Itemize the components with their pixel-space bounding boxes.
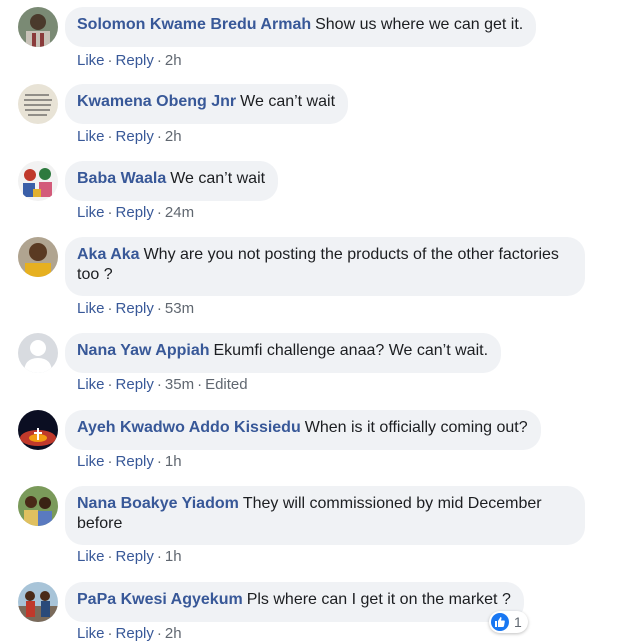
comment-actions: Like · Reply · 1h (77, 453, 182, 471)
like-button[interactable]: Like (77, 204, 105, 221)
like-button[interactable]: Like (77, 453, 105, 470)
separator: · (156, 453, 162, 470)
comment-text: We can’t wait (170, 170, 266, 187)
like-icon (491, 613, 509, 631)
separator: · (107, 548, 113, 565)
avatar[interactable] (18, 410, 58, 450)
comment-time[interactable]: 2h (165, 625, 182, 642)
reaction-count: 1 (514, 614, 522, 630)
comment-author[interactable]: Nana Boakye Yiadom (77, 495, 239, 512)
avatar[interactable] (18, 333, 58, 373)
separator: · (107, 453, 113, 470)
comment-bubble: Ayeh Kwadwo Addo Kissiedu When is it offi… (65, 410, 541, 450)
avatar[interactable] (18, 7, 58, 47)
separator: · (107, 128, 113, 145)
separator: · (156, 625, 162, 642)
separator: · (156, 376, 162, 393)
comment-bubble: Solomon Kwame Bredu Armah Show us where w… (65, 7, 537, 47)
comment-bubble: Kwamena Obeng Jnr We can’t wait (65, 84, 349, 124)
comment-actions: Like · Reply · 2h (77, 52, 182, 70)
reply-button[interactable]: Reply (116, 625, 154, 642)
comment-bubble: PaPa Kwesi Agyekum Pls where can I get it… (65, 582, 524, 622)
reply-button[interactable]: Reply (116, 453, 154, 470)
separator: · (107, 204, 113, 221)
reaction-badge[interactable]: 1 (489, 611, 528, 633)
comment-time[interactable]: 53m (165, 300, 194, 317)
comment-bubble: Aka Aka Why are you not posting the produ… (65, 237, 585, 296)
avatar[interactable] (18, 84, 58, 124)
separator: · (156, 52, 162, 69)
comment-author[interactable]: Baba Waala (77, 170, 166, 187)
separator: · (107, 300, 113, 317)
like-button[interactable]: Like (77, 376, 105, 393)
comment-author[interactable]: Solomon Kwame Bredu Armah (77, 16, 311, 33)
like-button[interactable]: Like (77, 300, 105, 317)
comment-time[interactable]: 24m (165, 204, 194, 221)
comment-actions: Like · Reply · 35m · Edited (77, 376, 248, 394)
comment-text: Show us where we can get it. (315, 16, 524, 33)
comment-text: Ekumfi challenge anaa? We can’t wait. (213, 342, 489, 359)
separator: · (156, 548, 162, 565)
comment-time[interactable]: 1h (165, 548, 182, 565)
comment-actions: Like · Reply · 53m (77, 300, 194, 318)
reply-button[interactable]: Reply (116, 376, 154, 393)
separator: · (156, 204, 162, 221)
comment-author[interactable]: PaPa Kwesi Agyekum (77, 591, 243, 608)
separator: · (107, 625, 113, 642)
comment-text: We can’t wait (240, 93, 336, 110)
comment-author[interactable]: Aka Aka (77, 246, 140, 263)
comment-author[interactable]: Ayeh Kwadwo Addo Kissiedu (77, 419, 301, 436)
comment-time[interactable]: 35m (165, 376, 194, 393)
comment-text: When is it officially coming out? (304, 419, 528, 436)
comment-actions: Like · Reply · 2h (77, 625, 182, 643)
comment-actions: Like · Reply · 24m (77, 204, 194, 222)
comment-bubble: Nana Boakye Yiadom They will commissioned… (65, 486, 585, 545)
comment-author[interactable]: Kwamena Obeng Jnr (77, 93, 236, 110)
like-button[interactable]: Like (77, 52, 105, 69)
reply-button[interactable]: Reply (116, 300, 154, 317)
comment-text: Why are you not posting the products of … (77, 246, 559, 283)
like-button[interactable]: Like (77, 625, 105, 642)
separator: · (156, 128, 162, 145)
comment-actions: Like · Reply · 2h (77, 128, 182, 146)
reply-button[interactable]: Reply (116, 52, 154, 69)
comment-bubble: Nana Yaw Appiah Ekumfi challenge anaa? We… (65, 333, 502, 373)
comment-text: Pls where can I get it on the market ? (246, 591, 511, 608)
separator: · (156, 300, 162, 317)
avatar[interactable] (18, 237, 58, 277)
comment-actions: Like · Reply · 1h (77, 548, 182, 566)
avatar[interactable] (18, 582, 58, 622)
separator: · (107, 376, 113, 393)
comment-bubble: Baba Waala We can’t wait (65, 161, 279, 201)
comment-time[interactable]: 1h (165, 453, 182, 470)
like-button[interactable]: Like (77, 548, 105, 565)
separator: · (107, 52, 113, 69)
edited-label[interactable]: Edited (205, 376, 248, 393)
reply-button[interactable]: Reply (116, 128, 154, 145)
comment-time[interactable]: 2h (165, 128, 182, 145)
comment-time[interactable]: 2h (165, 52, 182, 69)
avatar[interactable] (18, 486, 58, 526)
comment-author[interactable]: Nana Yaw Appiah (77, 342, 209, 359)
like-button[interactable]: Like (77, 128, 105, 145)
reply-button[interactable]: Reply (116, 548, 154, 565)
separator: · (197, 376, 203, 393)
reply-button[interactable]: Reply (116, 204, 154, 221)
avatar[interactable] (18, 161, 58, 201)
